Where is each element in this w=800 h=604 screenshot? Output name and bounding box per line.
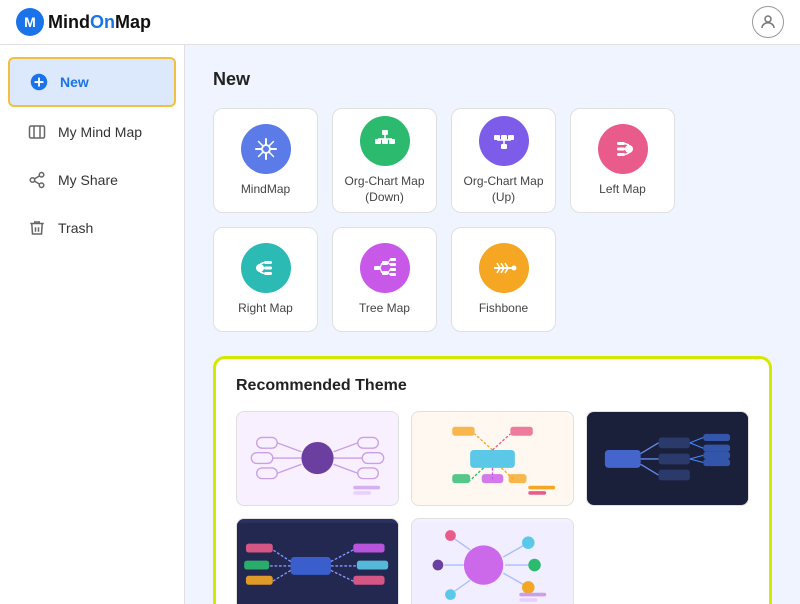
- template-card-tree-map[interactable]: Tree Map: [332, 227, 437, 332]
- org-up-icon: [479, 116, 529, 166]
- template-card-mindmap[interactable]: MindMap: [213, 108, 318, 213]
- logo-text: MindOnMap: [48, 12, 151, 33]
- user-icon[interactable]: [752, 6, 784, 38]
- fishbone-label: Fishbone: [479, 301, 528, 317]
- new-section-title: New: [213, 69, 772, 90]
- map-icon: [26, 121, 48, 143]
- main-content: New: [185, 45, 800, 604]
- right-map-icon: [241, 243, 291, 293]
- sidebar-item-my-share[interactable]: My Share: [8, 157, 176, 203]
- template-card-org-down[interactable]: Org-Chart Map(Down): [332, 108, 437, 213]
- right-map-label: Right Map: [238, 301, 293, 317]
- org-up-label: Org-Chart Map (Up): [452, 174, 555, 205]
- recommended-title: Recommended Theme: [236, 377, 749, 395]
- sidebar-item-trash-label: Trash: [58, 220, 93, 236]
- tree-map-icon: [360, 243, 410, 293]
- mindmap-label: MindMap: [241, 182, 290, 198]
- theme-card-3[interactable]: [586, 411, 749, 506]
- logo-icon: M: [16, 8, 44, 36]
- org-down-label: Org-Chart Map(Down): [344, 174, 424, 205]
- template-card-left-map[interactable]: Left Map: [570, 108, 675, 213]
- left-map-label: Left Map: [599, 182, 646, 198]
- sidebar-item-my-mind-map-label: My Mind Map: [58, 124, 142, 140]
- template-card-org-up[interactable]: Org-Chart Map (Up): [451, 108, 556, 213]
- trash-icon: [26, 217, 48, 239]
- template-card-fishbone[interactable]: Fishbone: [451, 227, 556, 332]
- template-card-right-map[interactable]: Right Map: [213, 227, 318, 332]
- sidebar: New My Mind Map: [0, 45, 185, 604]
- template-grid: MindMap Org-Chart Map(Down): [213, 108, 772, 332]
- logo: M MindOnMap: [16, 8, 151, 36]
- theme-card-4[interactable]: [236, 518, 399, 604]
- layout: New My Mind Map: [0, 45, 800, 604]
- plus-icon: [28, 71, 50, 93]
- left-map-icon: [598, 124, 648, 174]
- theme-grid: [236, 411, 749, 604]
- org-down-icon: [360, 116, 410, 166]
- theme-card-1[interactable]: [236, 411, 399, 506]
- share-icon: [26, 169, 48, 191]
- fishbone-icon: [479, 243, 529, 293]
- sidebar-item-new[interactable]: New: [8, 57, 176, 107]
- theme-card-2[interactable]: [411, 411, 574, 506]
- theme-card-5[interactable]: [411, 518, 574, 604]
- sidebar-item-trash[interactable]: Trash: [8, 205, 176, 251]
- sidebar-item-my-mind-map[interactable]: My Mind Map: [8, 109, 176, 155]
- recommended-section: Recommended Theme: [213, 356, 772, 604]
- mindmap-icon: [241, 124, 291, 174]
- sidebar-item-my-share-label: My Share: [58, 172, 118, 188]
- topbar: M MindOnMap: [0, 0, 800, 45]
- tree-map-label: Tree Map: [359, 301, 410, 317]
- sidebar-item-new-label: New: [60, 74, 89, 90]
